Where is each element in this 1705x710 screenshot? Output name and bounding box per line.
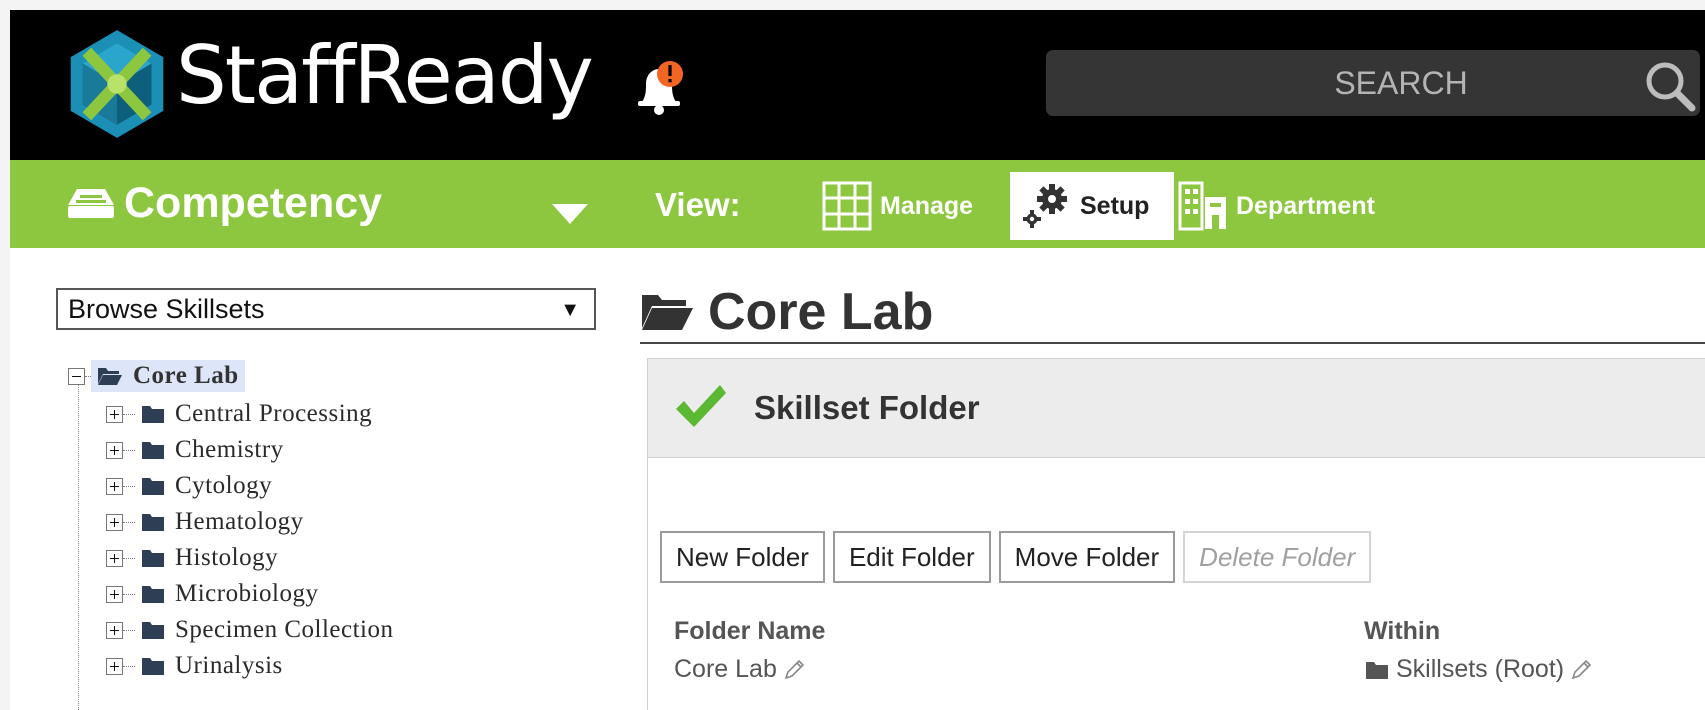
- tree-item-label: Histology: [175, 544, 279, 571]
- tree-item[interactable]: Central Processing: [106, 396, 372, 432]
- view-manage-label: Manage: [880, 191, 974, 220]
- module-selector[interactable]: Competency: [66, 178, 382, 228]
- tree-connector: [123, 629, 135, 631]
- tree-item-label: Hematology: [175, 508, 304, 535]
- folder-icon: [142, 658, 164, 675]
- collapse-toggle-icon[interactable]: [68, 367, 85, 385]
- tree-item-label: Microbiology: [175, 580, 319, 607]
- view-label: View:: [655, 186, 741, 223]
- tree-item[interactable]: Cytology: [106, 468, 272, 504]
- tree-item[interactable]: Urinalysis: [106, 648, 283, 684]
- tree-item-label: Chemistry: [175, 436, 284, 463]
- view-setup-label: Setup: [1080, 191, 1150, 220]
- move-folder-button[interactable]: Move Folder: [998, 531, 1176, 583]
- expand-toggle-icon[interactable]: [106, 621, 123, 639]
- folder-name-field: Core Lab: [674, 655, 805, 684]
- folder-actions: New Folder Edit Folder Move Folder Delet…: [660, 531, 1379, 583]
- tree-item-label: Cytology: [175, 472, 273, 499]
- tree-connector: [123, 557, 135, 559]
- top-bar: StaffReady: [10, 10, 1705, 160]
- tree-root-highlight[interactable]: Core Lab: [91, 360, 245, 392]
- expand-toggle-icon[interactable]: [106, 477, 123, 495]
- edit-folder-button[interactable]: Edit Folder: [832, 531, 991, 583]
- folder-open-icon: [98, 368, 122, 385]
- expand-toggle-icon[interactable]: [106, 513, 123, 531]
- tree-item[interactable]: Specimen Collection: [106, 612, 393, 648]
- tree-connector: [123, 593, 135, 595]
- expand-toggle-icon[interactable]: [106, 585, 123, 603]
- page-title-text: Core Lab: [708, 283, 934, 341]
- tree-item-label: Urinalysis: [175, 652, 283, 679]
- folder-icon: [1366, 661, 1388, 679]
- folder-icon: [142, 406, 164, 423]
- tree-item[interactable]: Microbiology: [106, 576, 319, 612]
- skillset-folder-panel: Skillset Folder New Folder Edit Folder M…: [647, 358, 1705, 710]
- expand-toggle-icon[interactable]: [106, 441, 123, 459]
- tree-item[interactable]: Histology: [106, 540, 278, 576]
- view-manage-button[interactable]: Manage: [822, 172, 992, 240]
- search-box: [1046, 50, 1700, 116]
- tree-item-label: Specimen Collection: [175, 616, 394, 643]
- browse-skillsets-select[interactable]: Browse Skillsets ▼: [56, 288, 596, 330]
- expand-toggle-icon[interactable]: [106, 657, 123, 675]
- folder-icon: [142, 478, 164, 495]
- folder-icon: [142, 586, 164, 603]
- folder-icon: [142, 514, 164, 531]
- within-field: Skillsets (Root): [1364, 655, 1592, 684]
- brand-name[interactable]: StaffReady: [176, 36, 594, 116]
- dropdown-caret-icon: ▼: [560, 299, 580, 321]
- title-divider: [640, 342, 1705, 344]
- tree-connector: [123, 485, 135, 487]
- chevron-down-icon[interactable]: [550, 202, 590, 226]
- view-department-label: Department: [1236, 191, 1375, 220]
- browse-select-value: Browse Skillsets: [68, 293, 265, 324]
- pencil-icon[interactable]: [1570, 659, 1592, 681]
- module-nav-bar: Competency View: Manage Setup Department: [10, 160, 1705, 248]
- grid-icon: [822, 181, 872, 231]
- search-input[interactable]: [1046, 50, 1606, 116]
- folder-icon: [142, 622, 164, 639]
- tree-connector: [123, 413, 135, 415]
- tree-item[interactable]: Hematology: [106, 504, 304, 540]
- building-icon: [1178, 181, 1226, 231]
- app-window: StaffReady Competency: [10, 10, 1705, 710]
- within-label: Within: [1364, 617, 1441, 645]
- delete-folder-button: Delete Folder: [1183, 531, 1372, 583]
- tree-connector: [123, 521, 135, 523]
- tray-icon: [68, 189, 114, 218]
- gears-icon: [1023, 184, 1067, 228]
- search-icon[interactable]: [1642, 58, 1698, 114]
- view-setup-button[interactable]: Setup: [1010, 172, 1174, 240]
- folder-open-icon: [642, 295, 693, 330]
- panel-header: Skillset Folder: [648, 359, 1705, 458]
- new-folder-button[interactable]: New Folder: [660, 531, 825, 583]
- notification-bell-icon[interactable]: [630, 58, 690, 118]
- skillset-tree: Core Lab Central Processing Chemistry Cy…: [60, 358, 600, 710]
- tree-root-row[interactable]: Core Lab: [68, 358, 245, 394]
- within-value: Skillsets (Root): [1396, 655, 1565, 683]
- page-title: Core Lab: [640, 282, 933, 342]
- folder-name-label: Folder Name: [674, 617, 826, 645]
- tree-item[interactable]: Chemistry: [106, 432, 284, 468]
- pencil-icon[interactable]: [783, 659, 805, 681]
- folder-icon: [142, 550, 164, 567]
- tree-guide-line: [78, 380, 79, 710]
- tree-root-label: Core Lab: [133, 362, 239, 389]
- tree-connector: [123, 449, 135, 451]
- folder-name-value: Core Lab: [674, 655, 777, 683]
- window-frame: StaffReady Competency: [0, 0, 1705, 710]
- expand-toggle-icon[interactable]: [106, 405, 123, 423]
- folder-icon: [142, 442, 164, 459]
- checkmark-icon: [676, 385, 726, 427]
- staffready-logo-icon[interactable]: [62, 28, 172, 140]
- tree-item-label: Central Processing: [175, 400, 373, 427]
- panel-title: Skillset Folder: [754, 389, 980, 426]
- module-name: Competency: [124, 178, 383, 227]
- expand-toggle-icon[interactable]: [106, 549, 123, 567]
- view-department-button[interactable]: Department: [1178, 172, 1418, 240]
- tree-connector: [123, 665, 135, 667]
